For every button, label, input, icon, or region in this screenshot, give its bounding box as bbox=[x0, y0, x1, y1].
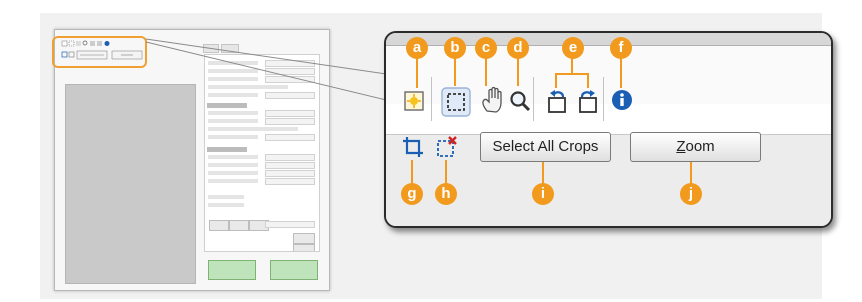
toolbar-divider bbox=[603, 77, 604, 121]
toolbar-divider bbox=[431, 77, 432, 121]
callout-i: i bbox=[532, 183, 554, 205]
hand-icon[interactable] bbox=[480, 86, 506, 114]
zoom-button-label-post: oom bbox=[685, 138, 715, 155]
callout-e: e bbox=[562, 37, 584, 59]
mini-tab-advanced bbox=[220, 44, 239, 53]
callout-j: j bbox=[680, 183, 702, 205]
callout-stem-c bbox=[485, 56, 487, 86]
delete-crop-icon[interactable] bbox=[435, 135, 459, 159]
scanner-window-thumbnail bbox=[54, 29, 330, 291]
callout-stem-d bbox=[517, 56, 519, 86]
info-icon[interactable] bbox=[611, 89, 633, 111]
callout-b: b bbox=[444, 37, 466, 59]
magnifier-icon[interactable] bbox=[508, 89, 532, 113]
select-all-crops-button[interactable]: Select All Crops bbox=[480, 132, 611, 162]
callout-c: c bbox=[475, 37, 497, 59]
rotate-left-icon[interactable] bbox=[545, 88, 569, 114]
dotted-rectangle-icon[interactable] bbox=[441, 87, 471, 117]
callout-a: a bbox=[406, 37, 428, 59]
rotate-right-icon[interactable] bbox=[576, 88, 600, 114]
mini-tab-basic bbox=[203, 44, 219, 53]
toolbar-divider bbox=[533, 77, 534, 121]
callout-g: g bbox=[401, 183, 423, 205]
callout-f: f bbox=[610, 37, 632, 59]
mini-scan-button bbox=[270, 260, 318, 280]
callout-stem-a bbox=[416, 56, 418, 88]
mini-preview-button bbox=[208, 260, 256, 280]
callout-h: h bbox=[435, 183, 457, 205]
mini-settings-panel bbox=[204, 54, 320, 252]
callout-stem-f bbox=[620, 56, 622, 88]
auto-crop-icon[interactable] bbox=[403, 90, 425, 112]
callout-d: d bbox=[507, 37, 529, 59]
callout-stem-b bbox=[454, 56, 456, 86]
zoom-button[interactable]: Zoom bbox=[630, 132, 761, 162]
toolbar-highlight bbox=[52, 36, 147, 68]
mini-preview-area bbox=[65, 84, 196, 284]
mini-tabs bbox=[203, 44, 239, 53]
crop-frame-icon[interactable] bbox=[402, 136, 424, 158]
